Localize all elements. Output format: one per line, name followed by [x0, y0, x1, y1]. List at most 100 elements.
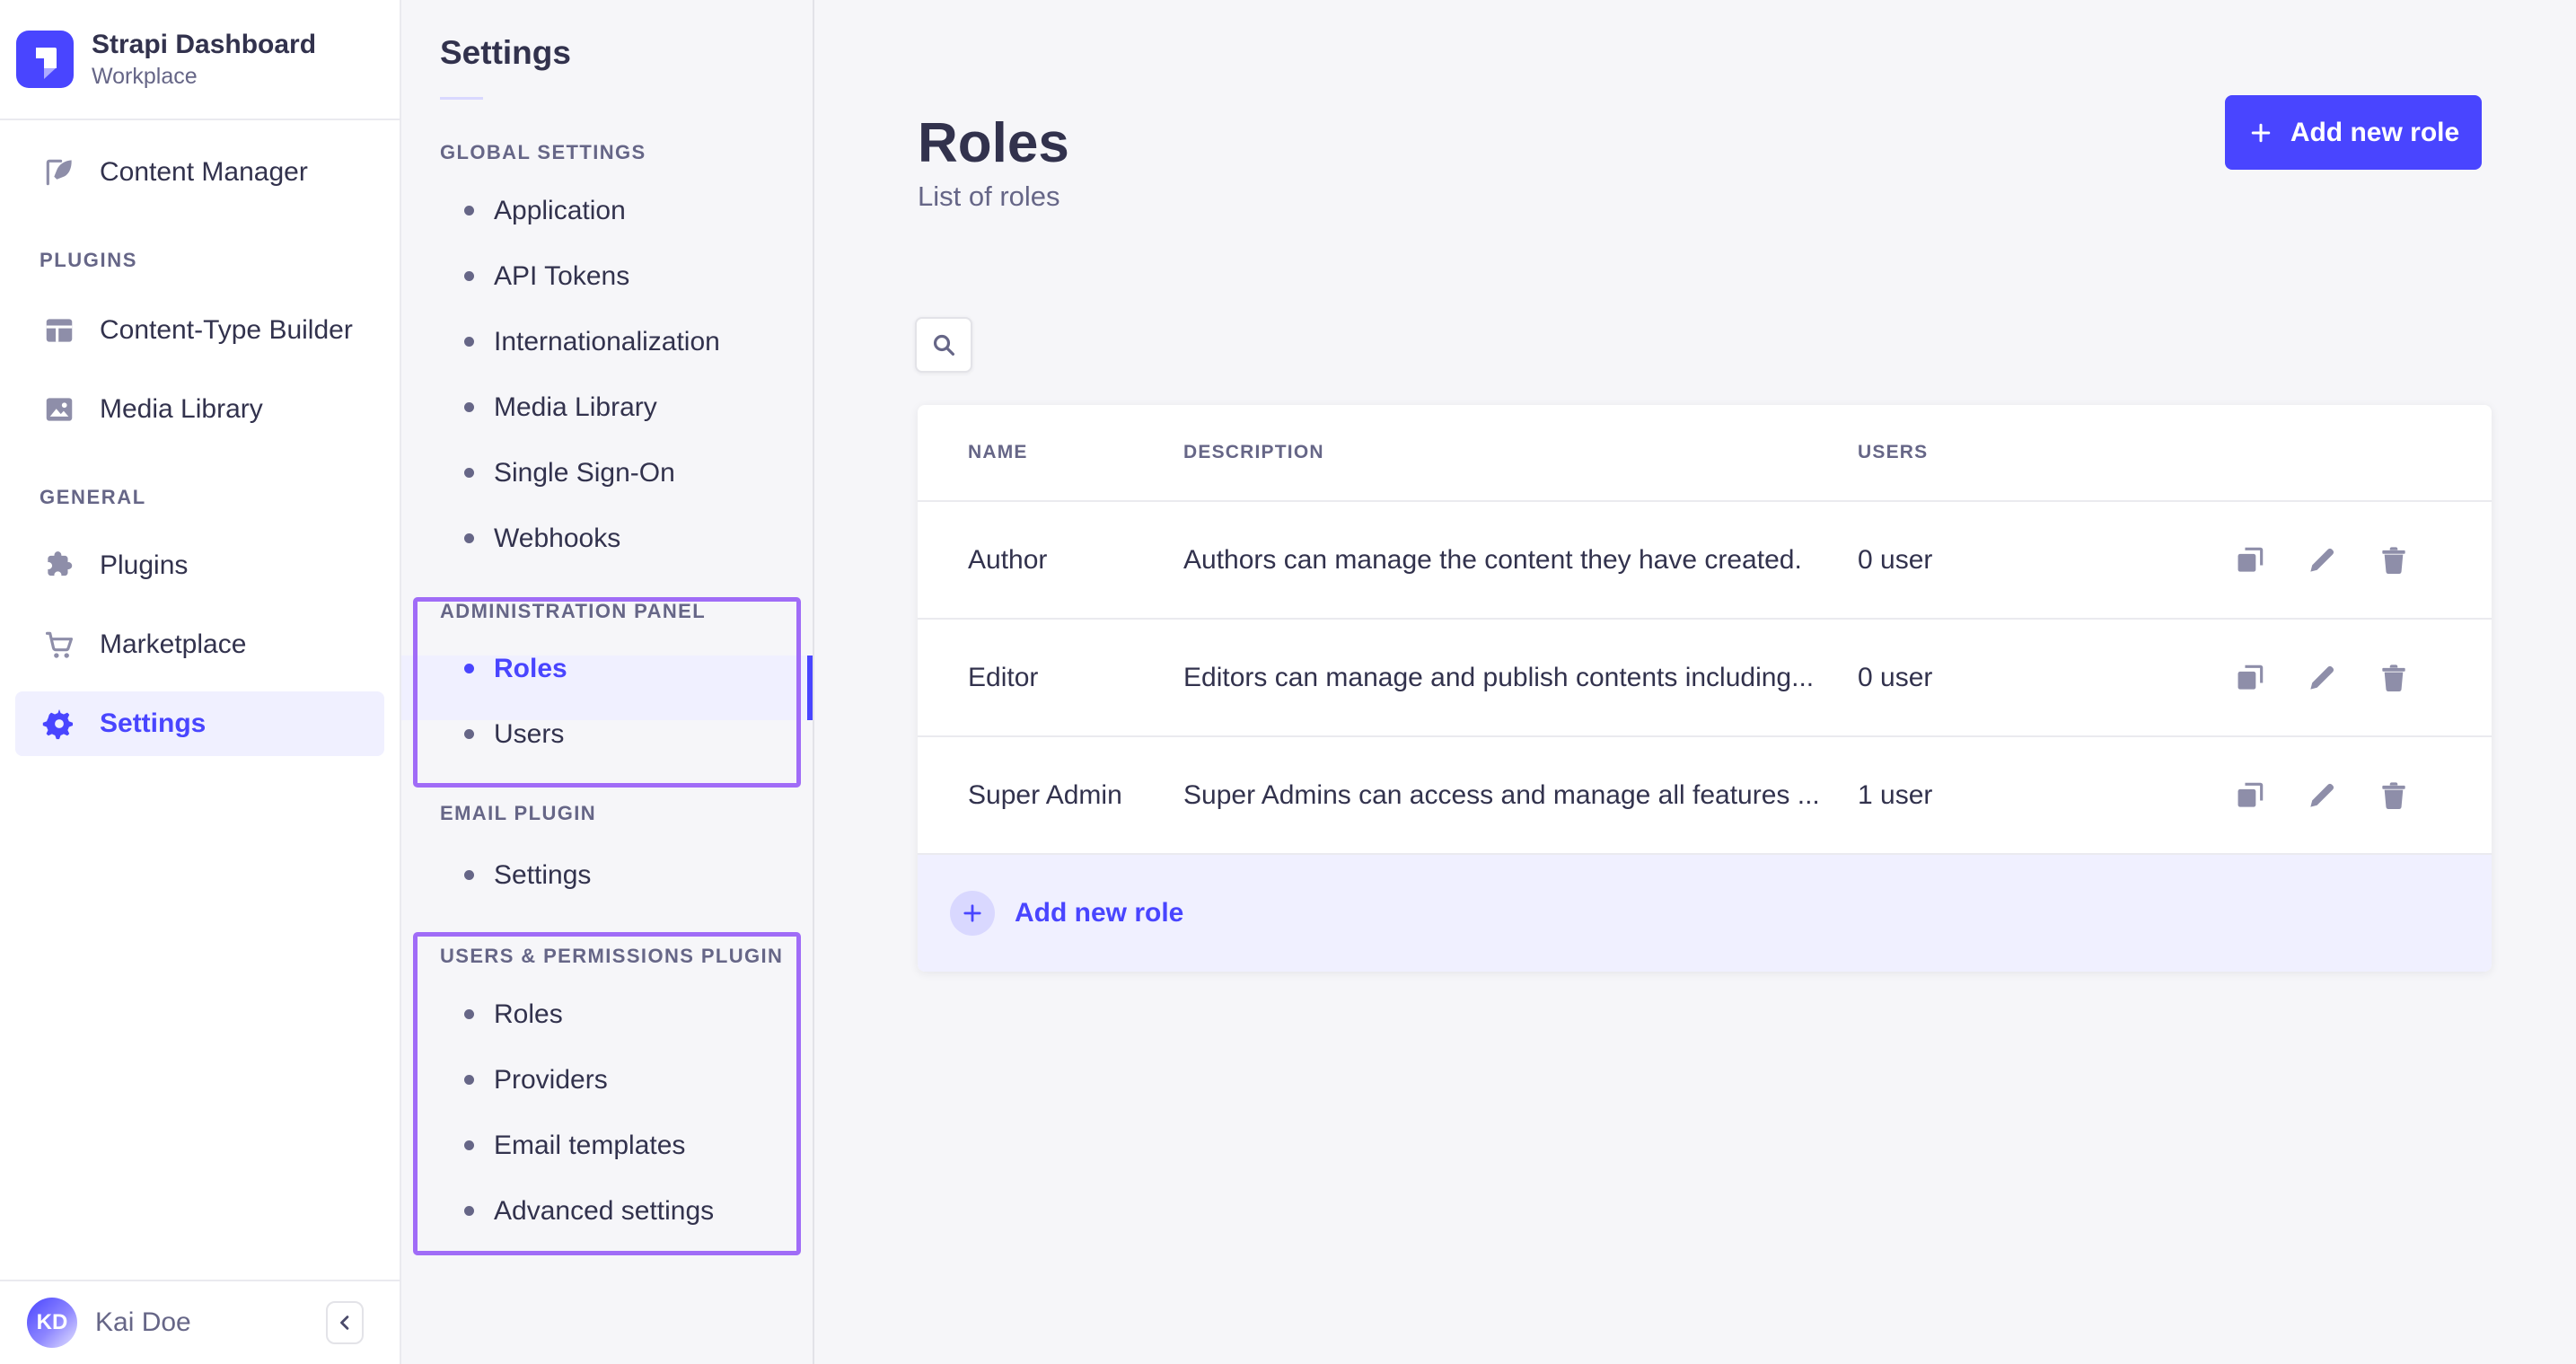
- subnav-item-webhooks[interactable]: Webhooks: [401, 506, 813, 571]
- footer-add-label: Add new role: [1015, 898, 1183, 928]
- cart-icon: [42, 628, 76, 662]
- edit-button[interactable]: [2305, 660, 2341, 696]
- brand[interactable]: Strapi Dashboard Workplace: [0, 0, 400, 120]
- main-content: Roles List of roles Add new role NAME DE…: [816, 0, 2576, 1364]
- bullet-icon: [464, 271, 474, 281]
- role-description: Authors can manage the content they have…: [1183, 545, 1858, 576]
- duplicate-button[interactable]: [2233, 660, 2269, 696]
- delete-button[interactable]: [2377, 542, 2413, 578]
- delete-button[interactable]: [2377, 660, 2413, 696]
- subnav-item-internationalization[interactable]: Internationalization: [401, 309, 813, 374]
- duplicate-icon: [2233, 779, 2269, 813]
- main-sidebar: Strapi Dashboard Workplace Content Manag…: [0, 0, 401, 1364]
- column-header-name: NAME: [918, 442, 1183, 463]
- trash-icon: [2377, 543, 2413, 577]
- subnav-item-admin-roles[interactable]: Roles: [401, 636, 813, 701]
- bullet-icon: [464, 1140, 474, 1150]
- bullet-icon: [464, 337, 474, 347]
- role-users-count: 1 user: [1858, 780, 2127, 811]
- bullet-icon: [464, 1009, 474, 1019]
- subnav-item-admin-users[interactable]: Users: [401, 701, 813, 767]
- sidebar-item-label: Plugins: [100, 550, 188, 581]
- subnav-item-up-email-templates[interactable]: Email templates: [401, 1113, 813, 1178]
- column-header-users: USERS: [1858, 442, 2127, 463]
- subnav-item-single-sign-on[interactable]: Single Sign-On: [401, 440, 813, 506]
- role-description: Editors can manage and publish contents …: [1183, 663, 1858, 693]
- pencil-icon: [2305, 543, 2341, 577]
- add-new-role-footer[interactable]: Add new role: [918, 855, 2492, 972]
- gear-icon: [42, 707, 76, 741]
- subnav-item-email-settings[interactable]: Settings: [401, 842, 813, 908]
- roles-table: NAME DESCRIPTION USERS Author Authors ca…: [918, 405, 2492, 972]
- subnav-item-application[interactable]: Application: [401, 178, 813, 243]
- sidebar-item-label: Media Library: [100, 394, 263, 425]
- subnav-item-up-advanced-settings[interactable]: Advanced settings: [401, 1178, 813, 1244]
- app-title: Strapi Dashboard: [92, 29, 316, 61]
- bullet-icon: [464, 1206, 474, 1216]
- bullet-icon: [464, 664, 474, 673]
- duplicate-button[interactable]: [2233, 542, 2269, 578]
- strapi-logo-icon: [16, 31, 74, 88]
- avatar[interactable]: KD: [27, 1298, 77, 1348]
- table-header-row: NAME DESCRIPTION USERS: [918, 405, 2492, 502]
- role-name: Author: [918, 545, 1183, 576]
- page-title: Roles: [918, 111, 1069, 175]
- sidebar-item-label: Content-Type Builder: [100, 315, 353, 346]
- pencil-icon: [2305, 661, 2341, 695]
- bullet-icon: [464, 206, 474, 216]
- subnav-title: Settings: [440, 34, 813, 74]
- add-new-role-button[interactable]: Add new role: [2225, 95, 2482, 170]
- sidebar-section-plugins: PLUGINS: [0, 250, 400, 271]
- plus-circle-icon: [950, 891, 995, 936]
- workspace-name: Workplace: [92, 64, 316, 90]
- trash-icon: [2377, 661, 2413, 695]
- sidebar-item-plugins[interactable]: Plugins: [15, 533, 384, 598]
- active-item-indicator: [807, 656, 813, 720]
- settings-subnav: Settings GLOBAL SETTINGS Application API…: [401, 0, 814, 1364]
- chevron-left-icon: [332, 1310, 357, 1335]
- table-row[interactable]: Author Authors can manage the content th…: [918, 502, 2492, 620]
- subnav-section-email-plugin: EMAIL PLUGIN: [440, 803, 813, 824]
- sidebar-item-content-type-builder[interactable]: Content-Type Builder: [15, 298, 384, 363]
- bullet-icon: [464, 533, 474, 543]
- sidebar-item-label: Settings: [100, 708, 206, 739]
- duplicate-button[interactable]: [2233, 778, 2269, 814]
- bullet-icon: [464, 468, 474, 478]
- sidebar-item-media-library[interactable]: Media Library: [15, 377, 384, 442]
- pen-icon: [42, 155, 76, 189]
- sidebar-item-marketplace[interactable]: Marketplace: [15, 612, 384, 677]
- search-icon: [929, 330, 958, 359]
- bullet-icon: [464, 870, 474, 880]
- sidebar-section-general: GENERAL: [0, 487, 400, 508]
- subnav-item-api-tokens[interactable]: API Tokens: [401, 243, 813, 309]
- picture-icon: [42, 392, 76, 427]
- layout-icon: [42, 313, 76, 348]
- pencil-icon: [2305, 779, 2341, 813]
- delete-button[interactable]: [2377, 778, 2413, 814]
- user-name: Kai Doe: [95, 1307, 191, 1338]
- bullet-icon: [464, 1075, 474, 1085]
- duplicate-icon: [2233, 661, 2269, 695]
- sidebar-item-content-manager[interactable]: Content Manager: [15, 140, 384, 205]
- sidebar-item-label: Marketplace: [100, 629, 246, 660]
- role-name: Super Admin: [918, 780, 1183, 811]
- role-description: Super Admins can access and manage all f…: [1183, 780, 1858, 811]
- edit-button[interactable]: [2305, 542, 2341, 578]
- subnav-item-up-roles[interactable]: Roles: [401, 981, 813, 1047]
- sidebar-item-settings[interactable]: Settings: [15, 691, 384, 756]
- sidebar-item-label: Content Manager: [100, 157, 308, 188]
- collapse-sidebar-button[interactable]: [326, 1301, 364, 1344]
- subnav-section-users-permissions-plugin: USERS & PERMISSIONS PLUGIN: [440, 946, 813, 967]
- subnav-section-global-settings: GLOBAL SETTINGS: [440, 142, 813, 163]
- plus-icon: [2247, 119, 2274, 146]
- subnav-item-media-library[interactable]: Media Library: [401, 374, 813, 440]
- page-subtitle: List of roles: [918, 180, 1060, 213]
- edit-button[interactable]: [2305, 778, 2341, 814]
- subnav-section-administration-panel: ADMINISTRATION PANEL: [440, 601, 813, 622]
- trash-icon: [2377, 779, 2413, 813]
- role-users-count: 0 user: [1858, 545, 2127, 576]
- search-button[interactable]: [915, 317, 972, 373]
- table-row[interactable]: Editor Editors can manage and publish co…: [918, 620, 2492, 737]
- subnav-item-up-providers[interactable]: Providers: [401, 1047, 813, 1113]
- table-row[interactable]: Super Admin Super Admins can access and …: [918, 737, 2492, 855]
